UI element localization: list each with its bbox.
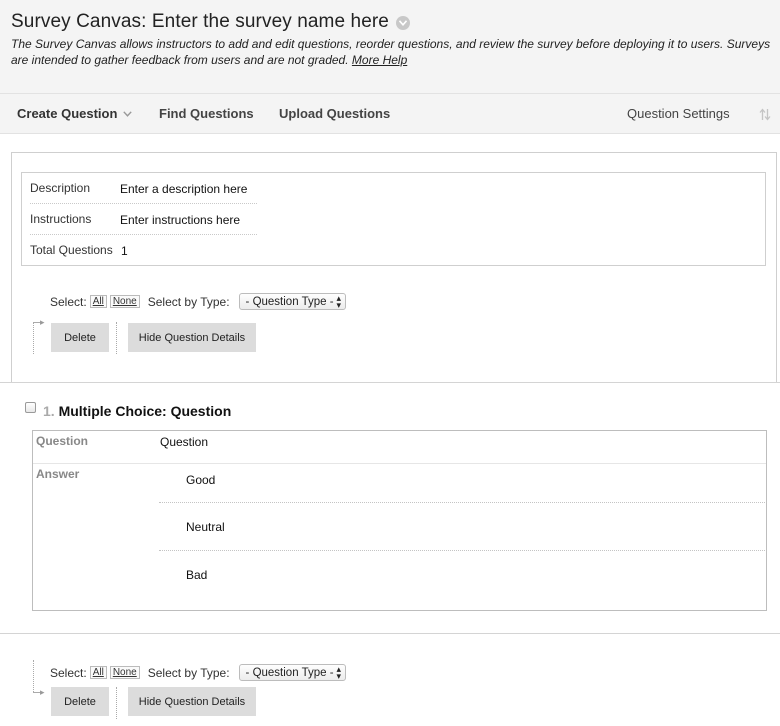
upload-questions-button[interactable]: Upload Questions: [279, 106, 390, 121]
delete-button[interactable]: Delete: [51, 687, 109, 716]
title-options-chevron-icon[interactable]: [395, 16, 410, 30]
survey-info-box: Description Enter a description here Ins…: [21, 172, 766, 266]
button-divider: [116, 322, 117, 354]
total-questions-label: Total Questions: [30, 243, 113, 257]
select-all-link[interactable]: All: [89, 295, 107, 308]
instructions-label: Instructions: [30, 212, 92, 226]
answer-divider: [159, 550, 765, 551]
question-title: Multiple Choice: Question: [58, 403, 232, 419]
answer-divider: [159, 502, 765, 503]
answer-label: Answer: [36, 467, 80, 481]
title-row: Survey Canvas: Enter the survey name her…: [11, 11, 410, 33]
answer-option: Good: [186, 473, 216, 487]
question-type-select[interactable]: - Question Type - ▴ ▾: [238, 663, 347, 681]
connector-line: [33, 322, 34, 354]
total-questions-value: 1: [121, 244, 128, 258]
action-bar: Create Question Find Questions Upload Qu…: [0, 93, 780, 134]
page-header: Survey Canvas: Enter the survey name her…: [0, 0, 780, 93]
description-row: Description Enter a description here: [30, 173, 257, 204]
hide-question-details-button[interactable]: Hide Question Details: [128, 323, 256, 352]
chevron-down-icon: [123, 105, 133, 120]
question-type-value: - Question Type -: [245, 295, 334, 308]
question-type-value: - Question Type -: [245, 666, 334, 679]
find-questions-button[interactable]: Find Questions: [159, 106, 254, 121]
answer-option: Bad: [186, 568, 208, 582]
page-title: Survey Canvas: Enter the survey name her…: [11, 11, 389, 32]
hide-question-details-button[interactable]: Hide Question Details: [128, 687, 256, 716]
select-by-type-label: Select by Type:: [147, 294, 230, 309]
delete-button[interactable]: Delete: [51, 323, 109, 352]
instructions-row: Instructions Enter instructions here: [30, 204, 257, 235]
button-divider: [116, 687, 117, 719]
description-label: Description: [30, 181, 91, 195]
select-label: Select:: [50, 665, 87, 680]
create-question-label: Create Question: [17, 106, 118, 121]
total-questions-row: Total Questions 1: [30, 235, 257, 266]
question-details-box: [32, 430, 767, 611]
answer-option: Neutral: [186, 520, 225, 534]
connector-arrow-icon: ▸: [40, 317, 45, 327]
question-label: Question: [36, 434, 89, 448]
select-by-type-label: Select by Type:: [147, 665, 230, 680]
section-divider: [0, 382, 780, 383]
question-number: 1.: [43, 403, 55, 419]
question-settings-button[interactable]: Question Settings: [627, 106, 730, 121]
connector-line: [33, 660, 34, 692]
bottom-select-row: Select: All None Select by Type: - Quest…: [50, 663, 347, 681]
select-none-link[interactable]: None: [109, 295, 140, 308]
select-arrows-icon: ▴ ▾: [336, 292, 342, 310]
question-text: Question: [160, 435, 209, 449]
section-divider: [0, 633, 780, 634]
select-all-link[interactable]: All: [89, 666, 107, 679]
select-label: Select:: [50, 294, 87, 309]
question-checkbox[interactable]: [25, 402, 36, 413]
select-none-link[interactable]: None: [109, 666, 140, 679]
select-arrows-icon: ▴ ▾: [336, 663, 342, 681]
connector-arrow-icon: ▸: [40, 687, 45, 697]
create-question-menu[interactable]: Create Question: [17, 105, 133, 121]
instructions-value[interactable]: Enter instructions here: [120, 213, 240, 227]
question-type-select[interactable]: - Question Type - ▴ ▾: [238, 292, 347, 310]
question-row-divider: [33, 463, 766, 464]
more-help-link[interactable]: More Help: [352, 53, 407, 67]
intro-text: The Survey Canvas allows instructors to …: [11, 37, 771, 68]
reorder-icon[interactable]: [759, 108, 771, 126]
top-select-row: Select: All None Select by Type: - Quest…: [50, 292, 347, 310]
description-value[interactable]: Enter a description here: [120, 182, 247, 196]
question-heading[interactable]: 1. Multiple Choice: Question: [43, 403, 231, 419]
